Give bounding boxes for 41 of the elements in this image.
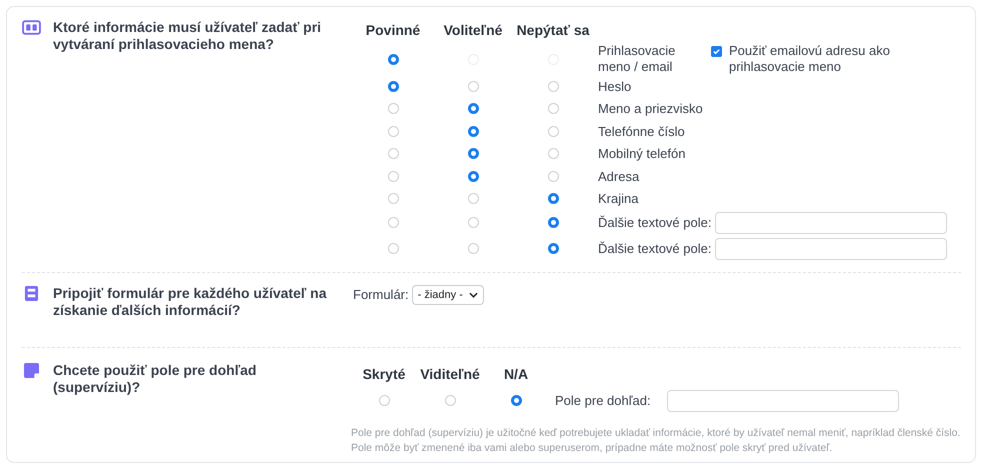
field-label: Heslo [598,79,632,94]
column-header: Nepýtať sa [516,22,590,38]
radio-button[interactable] [468,126,478,137]
checkbox-label: Použiť emailovú adresu ako prihlasovacie meno [729,43,891,76]
field-label: Adresa [598,168,640,184]
radio-button[interactable] [468,148,478,160]
radio-button[interactable] [548,193,558,204]
text-input[interactable] [715,212,948,234]
radio-button[interactable] [388,54,398,65]
field-label: Krajina [598,191,638,206]
column-header: Skryté [362,366,406,382]
select-label: Formulár: [353,287,409,302]
radio-button[interactable] [388,81,398,92]
field-label: Meno a priezvisko [598,101,703,116]
field-label: Prihlasovacie meno / email [598,43,676,76]
radio-button[interactable] [468,103,478,114]
field-label: Ďalšie textové pole: [598,215,712,230]
text-input[interactable] [715,238,948,260]
question-title: Pripojiť formulár pre každého užívateľ na získanie ďalších informácií? [53,284,328,319]
column-header: Viditeľné [419,366,481,382]
question-title: Ktoré informácie musí užívateľ zadať pri vytváraní prihlasovacieho mena? [53,19,322,53]
form-dropdown[interactable]: - žiadny - [412,284,484,305]
text-input[interactable] [666,390,899,412]
field-label: Pole pre dohľad: [555,393,651,408]
field-label: Telefónne číslo [598,124,685,139]
column-header: Povinné [364,22,422,38]
ab-badge-icon [22,20,41,35]
help-text: Pole pre dohľad (supervíziu) je užitočné keď potrebujete ukladať informácie, ktoré by užívateľ nemal meniť, napríklad členské číslo. Pole môže byť zmenené iba vami alebo superuserom, prípadne máte možnosť pole skryť pred užívateľ. [351,426,961,456]
radio-button[interactable] [548,243,558,254]
field-label: Mobilný telefón [598,146,686,162]
column-header: N/A [502,366,530,382]
question-title: Chcete použiť pole pre dohľad (supervíziu)? [53,362,258,396]
radio-button[interactable] [548,217,558,228]
radio-button[interactable] [468,170,478,182]
field-label: Ďalšie textové pole: [598,241,712,256]
chevron-down-icon [468,292,478,298]
column-header: Voliteľné [442,22,504,38]
form-icon [22,286,41,301]
checkbox[interactable] [711,46,722,58]
radio-button[interactable] [510,395,522,406]
note-icon [22,362,41,378]
